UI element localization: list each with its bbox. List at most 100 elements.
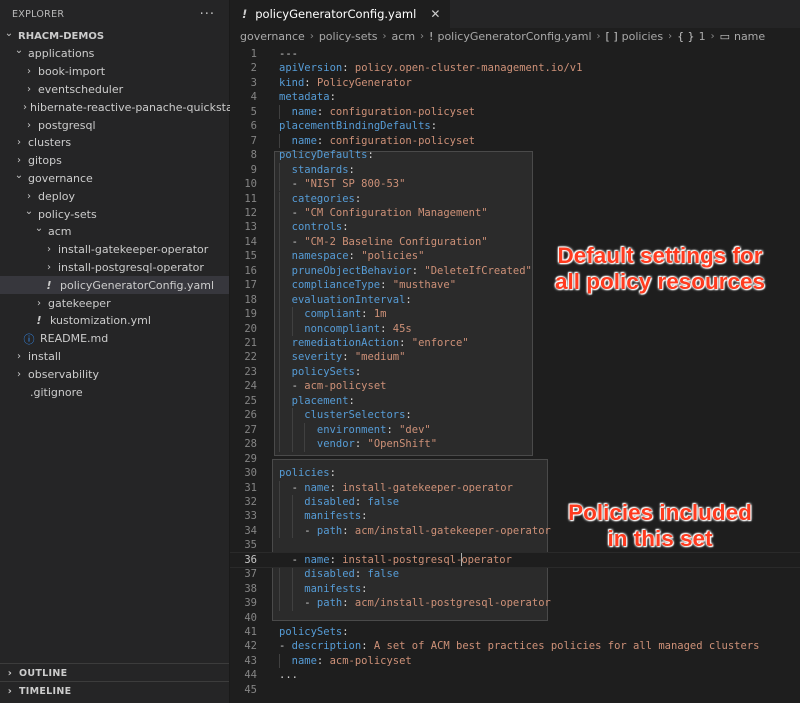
code-line[interactable]: 6 placementBindingDefaults: — [230, 119, 800, 134]
tree-item-applications[interactable]: ⌄ applications — [0, 45, 229, 63]
code-line[interactable]: 26 clusterSelectors: — [230, 408, 800, 423]
tree-item-readme-md[interactable]: ⓘ README.md — [0, 330, 229, 348]
code-line[interactable]: 27 environment: "dev" — [230, 423, 800, 438]
code-token: - — [291, 481, 305, 494]
tree-item-governance[interactable]: ⌄ governance — [0, 169, 229, 187]
code-line[interactable]: 9 standards: — [230, 163, 800, 178]
code-token: "DeleteIfCreated" — [424, 264, 532, 277]
code-line[interactable]: 40 — [230, 611, 800, 626]
line-number: 43 — [244, 654, 257, 667]
code-token: kind — [279, 76, 305, 89]
code-token: noncompliant — [304, 322, 381, 335]
line-number: 22 — [244, 351, 257, 364]
code-line[interactable]: 44... — [230, 668, 800, 683]
code-line[interactable]: 36 - name: install-postgresql-operator — [230, 551, 800, 569]
breadcrumb-item[interactable]: acm — [392, 30, 416, 43]
line-number: 42 — [244, 640, 257, 653]
explorer-sidebar: EXPLORER ··· ⌄ RHACM-DEMOS ⌄ applications › b… — [0, 0, 242, 703]
tree-item-eventscheduler[interactable]: › eventscheduler — [0, 80, 229, 98]
code-line[interactable]: 12 - "CM Configuration Management" — [230, 206, 800, 221]
tree-item-install-gatekeeper-operator[interactable]: › install-gatekeeper-operator — [0, 241, 229, 259]
tree-item-observability[interactable]: › observability — [0, 365, 229, 383]
tree-item-rhacm-demos[interactable]: ⌄ RHACM-DEMOS — [0, 27, 229, 45]
tree-item-postgresql[interactable]: › postgresql — [0, 116, 229, 134]
chevron-right-icon: › — [37, 297, 41, 309]
outline-section[interactable]: › OUTLINE — [0, 663, 229, 682]
tree-item-clusters[interactable]: › clusters — [0, 134, 229, 152]
code-line[interactable]: 1 --- — [230, 47, 800, 62]
code-line[interactable]: 7 name: configuration-policyset — [230, 134, 800, 149]
code-line[interactable]: 21 remediationAction: "enforce" — [230, 336, 800, 351]
code-token: : — [342, 221, 349, 234]
code-line[interactable]: 25 placement: — [230, 394, 800, 409]
code-token: standards — [291, 163, 349, 176]
code-text: - "CM-2 Baseline Configuration" — [292, 235, 488, 250]
code-line[interactable]: 23 policySets: — [230, 365, 800, 380]
code-line[interactable]: 38 manifests: — [230, 582, 800, 597]
tab-policy-generator-config[interactable]: ! policyGeneratorConfig.yaml ✕ — [230, 0, 452, 28]
breadcrumb-item[interactable]: governance — [240, 30, 305, 43]
code-line[interactable]: 22 severity: "medium" — [230, 350, 800, 365]
code-line[interactable]: 45 — [230, 683, 800, 698]
code-line[interactable]: 11 categories: — [230, 192, 800, 207]
code-token: - — [291, 178, 305, 191]
code-token: name — [304, 553, 330, 566]
code-line[interactable]: 13 controls: — [230, 220, 800, 235]
code-editor[interactable]: 1 --- 2 apiVersion: policy.open-cluster-man… — [230, 45, 800, 703]
code-token: PolicyGenerator — [316, 76, 412, 89]
breadcrumb-item[interactable]: ! policyGeneratorConfig.yaml — [429, 30, 591, 43]
tree-item-gatekeeper[interactable]: › gatekeeper — [0, 294, 229, 312]
chevron-right-icon: › — [382, 31, 387, 42]
tree-item-deploy[interactable]: › deploy — [0, 187, 229, 205]
code-line[interactable]: 41 policySets: — [230, 625, 800, 640]
code-line[interactable]: 29 — [230, 452, 800, 467]
tree-item-kustomization-yml[interactable]: ! kustomization.yml — [0, 312, 229, 330]
code-line[interactable]: 10 - "NIST SP 800-53" — [230, 177, 800, 192]
tree-item-book-import[interactable]: › book-import — [0, 63, 229, 81]
breadcrumb-item[interactable]: policy-sets — [319, 30, 378, 43]
code-line[interactable]: 19 compliant: 1m — [230, 307, 800, 322]
timeline-section[interactable]: › TIMELINE — [0, 681, 229, 700]
code-line[interactable]: 24 - acm-policyset — [230, 379, 800, 394]
tree-item-install-postgresql-operator[interactable]: › install-postgresql-operator — [0, 258, 229, 276]
line-number: 19 — [244, 308, 257, 321]
tree-item-hibernate-reactive-panache-quickstart[interactable]: › hibernate-reactive-panache-quickstart — [0, 98, 242, 116]
code-text: name: configuration-policyset — [292, 134, 475, 149]
code-token: : — [354, 495, 368, 508]
code-line[interactable]: 39 - path: acm/install-postgresql-operato… — [230, 596, 800, 611]
code-text: - name: install-gatekeeper-operator — [292, 481, 513, 496]
code-line[interactable]: 31 - name: install-gatekeeper-operator — [230, 481, 800, 496]
chevron-down-icon: ⌄ — [14, 45, 24, 57]
code-line[interactable]: 43 name: acm-policyset — [230, 654, 800, 669]
tree-item-label: deploy — [38, 189, 76, 203]
more-actions-icon[interactable]: ··· — [200, 7, 215, 22]
code-text: policySets: — [292, 365, 362, 380]
code-line[interactable]: 8 policyDefaults: — [230, 148, 800, 163]
chevron-right-icon: › — [23, 101, 27, 113]
code-line[interactable]: 4 metadata: — [230, 90, 800, 105]
tree-item-install[interactable]: › install — [0, 347, 229, 365]
code-line[interactable]: 30 policies: — [230, 466, 800, 481]
code-token: "enforce" — [411, 337, 469, 349]
code-token: path — [316, 597, 343, 610]
code-line[interactable]: 37 disabled: false — [230, 567, 800, 582]
code-line[interactable]: 2 apiVersion: policy.open-cluster-managem… — [230, 61, 800, 76]
line-number: 36 — [244, 553, 257, 566]
breadcrumb-symbol-icon: ! — [429, 30, 434, 43]
line-number: 39 — [244, 597, 257, 610]
code-line[interactable]: 20 noncompliant: 45s — [230, 322, 800, 337]
close-icon[interactable]: ✕ — [430, 7, 440, 21]
tree-item-policy-sets[interactable]: ⌄ policy-sets — [0, 205, 229, 223]
breadcrumb-item[interactable]: [ ] policies — [606, 30, 664, 43]
tree-item-policygeneratorconfig-yaml[interactable]: ! policyGeneratorConfig.yaml — [0, 276, 229, 295]
tree-item-gitignore[interactable]: .gitignore — [0, 383, 229, 401]
code-line[interactable]: 28 vendor: "OpenShift" — [230, 437, 800, 452]
breadcrumb-item[interactable]: { } 1 — [677, 30, 706, 43]
code-line[interactable]: 42 - description: A set of ACM best pract… — [230, 639, 800, 654]
tree-item-acm[interactable]: ⌄ acm — [0, 223, 229, 241]
tree-item-gitops[interactable]: › gitops — [0, 152, 229, 170]
breadcrumb-item[interactable]: ▭ name — [720, 30, 766, 43]
code-line[interactable]: 3 kind: PolicyGenerator — [230, 76, 800, 91]
chevron-right-icon: › — [27, 119, 31, 131]
code-line[interactable]: 5 name: configuration-policyset — [230, 105, 800, 120]
